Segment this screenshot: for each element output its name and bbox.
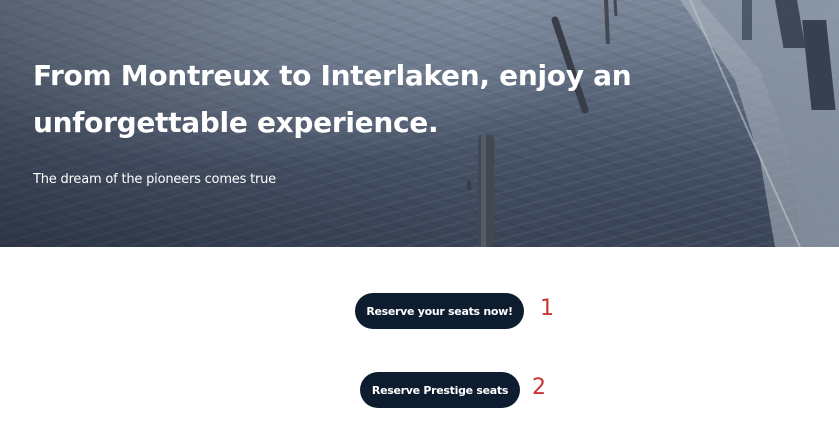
reserve-seats-button[interactable]: Reserve your seats now!: [355, 293, 524, 329]
hero-subtitle: The dream of the pioneers comes true: [33, 172, 276, 187]
reserve-prestige-seats-button[interactable]: Reserve Prestige seats: [360, 372, 520, 408]
annotation-marker-2: 2: [532, 375, 546, 400]
page: From Montreux to Interlaken, enjoy an un…: [0, 0, 839, 446]
hero-title: From Montreux to Interlaken, enjoy an un…: [33, 59, 632, 139]
hero-banner: From Montreux to Interlaken, enjoy an un…: [0, 0, 839, 247]
annotation-marker-1: 1: [540, 296, 554, 321]
